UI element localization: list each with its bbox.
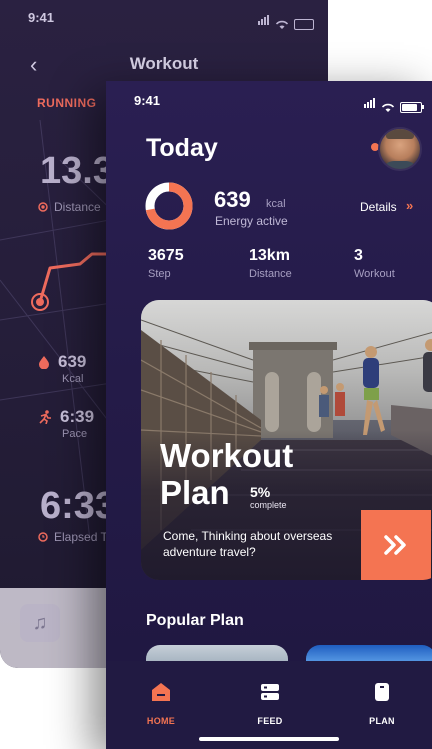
clock-icon [38,532,48,542]
music-note-icon[interactable]: ♫ [20,604,60,642]
metric-label: Workout [354,268,395,280]
elapsed-label: Elapsed T [54,530,108,544]
status-icons [364,95,424,113]
battery-icon [400,102,424,113]
avatar[interactable] [378,127,422,171]
energy-ring [145,182,193,230]
workout-plan-title-line2: Plan [160,474,230,511]
double-chevron-right-icon[interactable]: » [406,198,413,213]
energy-unit: kcal [266,198,286,210]
battery-icon [294,19,314,30]
screen-title: Workout [129,54,199,73]
elapsed-label-row: Elapsed T [38,530,108,544]
energy-label: Energy active [215,214,288,228]
metric-distance: 13km Distance [249,247,292,280]
plan-percent-label: complete [250,500,287,510]
target-icon [38,202,48,212]
pace-label: Pace [62,428,88,440]
signal-icon [258,12,270,30]
tab-plan[interactable]: PLAN [352,681,412,726]
distance-label: Distance [54,200,101,214]
status-time: 9:41 [134,93,161,108]
double-chevron-right-icon [384,535,406,555]
metric-label: Distance [249,268,292,280]
plan-description: Come, Thinking about overseas adventure … [163,529,333,559]
metric-value: 13km [249,247,290,264]
elapsed-value: 6:33 [40,485,117,527]
metric-value: 3 [354,247,363,264]
runner-icon [39,410,51,424]
tab-label: HOME [146,716,176,726]
pace-stat: 6:39 [38,407,94,427]
wifi-icon [275,20,289,29]
tab-home[interactable]: HOME [131,681,191,726]
home-icon [152,683,170,701]
flame-icon [39,356,49,369]
wifi-icon [381,103,395,112]
section-title-popular: Popular Plan [146,612,244,629]
kcal-value: 639 [58,352,87,371]
metric-step: 3675 Step [148,247,184,280]
plan-percent: 5% [250,484,271,500]
page-title: Today [146,134,218,162]
metric-workout: 3 Workout [354,247,395,280]
workout-plan-card[interactable]: Workout Plan 5% complete Come, Thinking … [141,300,432,580]
kcal-stat: 639 [38,352,86,372]
kcal-label: Kcal [62,373,84,385]
signal-icon [364,95,376,113]
status-icons [258,12,314,30]
metric-label: Step [148,268,171,280]
plan-icon [375,683,389,701]
distance-label-row: Distance [38,200,101,214]
start-plan-button[interactable] [361,510,431,580]
feed-icon [261,684,279,700]
energy-value: 639 [214,187,251,212]
today-screen: 9:41 Today 639 kcal Energy active Detail… [106,81,432,749]
tab-bar: HOME FEED PLAN [106,661,432,749]
tab-label: PLAN [369,716,395,726]
details-link[interactable]: Details [360,200,397,214]
tab-label: FEED [257,716,283,726]
distance-value: 13.3 [40,150,114,192]
pace-value: 6:39 [60,407,95,426]
home-indicator [199,737,339,741]
mode-tab-running[interactable]: RUNNING [37,96,97,110]
workout-plan-title-line1: Workout [160,437,294,474]
metric-value: 3675 [148,247,184,264]
tab-feed[interactable]: FEED [240,681,300,726]
status-time: 9:41 [28,10,55,25]
